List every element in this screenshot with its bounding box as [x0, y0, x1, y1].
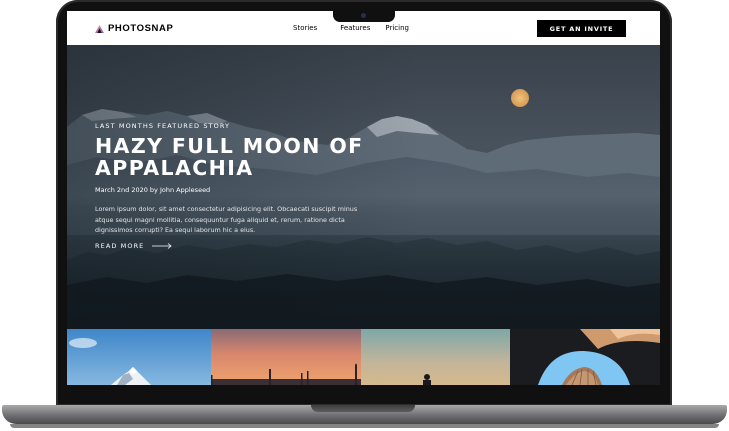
arrow-right-icon [152, 243, 173, 249]
gallery-tile-mountain[interactable] [67, 329, 211, 385]
gallery-tile-sunset[interactable] [211, 329, 361, 385]
featured-eyebrow: LAST MONTHS FEATURED STORY [95, 122, 231, 130]
hero-excerpt: Lorem ipsum dolor, sit amet consectetur … [95, 205, 358, 235]
logo-text: PHOTOSNAP [108, 23, 174, 34]
laptop-screen: PHOTOSNAP Stories Features Pricing GET A… [67, 11, 660, 385]
get-invite-button[interactable]: GET AN INVITE [537, 20, 626, 37]
sunset-pier-image [211, 329, 361, 385]
laptop-base-shadow [10, 424, 719, 428]
logo-triangle-icon [95, 24, 104, 33]
story-gallery [67, 329, 660, 385]
read-more-label: READ MORE [95, 242, 145, 250]
nav-link-features[interactable]: Features [340, 24, 370, 32]
camera-notch [333, 10, 395, 22]
logo[interactable]: PHOTOSNAP [95, 23, 173, 34]
laptop-hinge [311, 405, 415, 412]
read-more-link[interactable]: READ MORE [95, 242, 173, 250]
nav-links: Stories Features Pricing [293, 24, 409, 32]
architecture-arch-image [510, 329, 660, 385]
gallery-tile-architecture[interactable] [510, 329, 660, 385]
hero-section: LAST MONTHS FEATURED STORY HAZY FULL MOO… [67, 45, 660, 329]
nav-link-pricing[interactable]: Pricing [385, 24, 409, 32]
hero-title-line-2: APPALACHIA [95, 156, 254, 180]
camera-dot [361, 13, 366, 18]
hero-title: HAZY FULL MOON OF APPALACHIA [95, 135, 395, 179]
mountain-summit-image [67, 329, 211, 385]
hero-byline: March 2nd 2020 by John Appleseed [95, 186, 211, 194]
nav-link-stories[interactable]: Stories [293, 24, 317, 32]
gallery-tile-desert[interactable] [361, 329, 510, 385]
hero-title-line-1: HAZY FULL MOON OF [95, 134, 364, 158]
desert-silhouette-image [361, 329, 510, 385]
